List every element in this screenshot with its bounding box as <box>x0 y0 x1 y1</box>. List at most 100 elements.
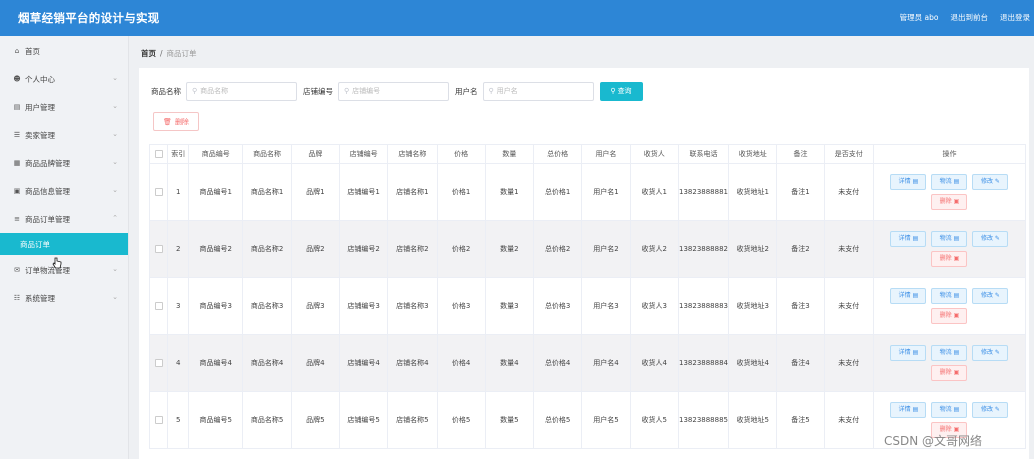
sidebar-item-orders[interactable]: ≡ 商品订单管理 ⌃ <box>0 205 128 233</box>
header-select-all[interactable] <box>148 144 169 164</box>
row-select-cell[interactable] <box>148 334 169 392</box>
detail-button[interactable]: 详情 ▤ <box>890 288 927 304</box>
table-cell: 商品编号2 <box>188 220 244 278</box>
checkbox[interactable] <box>154 188 163 196</box>
top-links: 管理员 abo 退出到前台 退出登录 <box>900 12 1030 23</box>
delete-button[interactable]: 删除 ▣ <box>931 251 968 267</box>
row-select-cell[interactable] <box>148 277 169 335</box>
table-row: 1 商品编号1 商品名称1 品牌1 店铺编号1 店铺名称1 价格1 数量1 总价格1 用户名1 收货… <box>148 163 1027 221</box>
chevron-up-icon: ⌃ <box>112 214 118 222</box>
main-content: 首页 / 商品订单 商品名称 ⚲ 商品名称 店铺编号 ⚲ 店铺编号 用户名 ⚲ 用户… <box>129 36 1034 459</box>
table-cell: 店铺编号2 <box>338 220 389 278</box>
header-cell: 总价格 <box>533 144 583 164</box>
order-icon: ≡ <box>14 215 20 223</box>
header-cell: 操作 <box>872 144 1027 164</box>
sidebar-item-users[interactable]: ▤ 用户管理 ⌄ <box>0 93 128 121</box>
watermark: CSDN @文哥网络 <box>884 434 983 448</box>
logistics-icon: ✉ <box>14 266 20 274</box>
delete-button[interactable]: 删除 ▣ <box>931 308 968 324</box>
table-cell: 店铺名称3 <box>387 277 438 335</box>
delete-button[interactable]: 删除 ▣ <box>931 365 968 381</box>
table-cell: 用户名2 <box>581 220 631 278</box>
actions-cell: 详情 ▤ 物流 ▤ 修改 ✎ 删除 ▣ <box>872 163 1027 221</box>
logistics-button[interactable]: 物流 ▤ <box>931 288 968 304</box>
table-cell: 店铺名称2 <box>387 220 438 278</box>
search-bar: 商品名称 ⚲ 商品名称 店铺编号 ⚲ 店铺编号 用户名 ⚲ 用户名 ⚲ 查询 <box>151 81 643 101</box>
table-cell: 数量5 <box>484 391 535 449</box>
sidebar-item-brands[interactable]: ▦ 商品品牌管理 ⌄ <box>0 149 128 177</box>
logistics-label: 物流 <box>939 235 952 242</box>
table-cell: 未支付 <box>823 163 874 221</box>
edit-button[interactable]: 修改 ✎ <box>972 345 1009 361</box>
username-input[interactable]: ⚲ 用户名 <box>482 81 594 101</box>
edit-button[interactable]: 修改 ✎ <box>972 402 1009 418</box>
system-icon: ☷ <box>13 294 21 302</box>
detail-button[interactable]: 详情 ▤ <box>890 345 927 361</box>
checkbox[interactable] <box>154 416 163 424</box>
table-cell: 数量4 <box>484 334 535 392</box>
header-cell: 价格 <box>436 144 486 164</box>
sidebar-item-sellers[interactable]: ☰ 卖家管理 ⌄ <box>0 121 128 149</box>
table-cell: 13823888884 <box>677 334 730 392</box>
sidebar-item-logistics[interactable]: ✉ 订单物流管理 ⌄ <box>0 256 128 284</box>
search-label-goods-name: 商品名称 <box>151 86 181 96</box>
chevron-down-icon: ⌄ <box>112 130 118 138</box>
table-cell: 品牌2 <box>290 220 340 278</box>
delete-label: 删除 <box>939 198 952 205</box>
detail-label: 详情 <box>898 235 911 242</box>
sidebar-item-goods[interactable]: ▣ 商品信息管理 ⌄ <box>0 177 128 205</box>
detail-button[interactable]: 详情 ▤ <box>890 231 927 247</box>
batch-delete-button[interactable]: 🗑 删除 <box>153 112 199 131</box>
table-cell: 用户名3 <box>581 277 631 335</box>
logistics-label: 物流 <box>939 406 952 413</box>
logistics-button[interactable]: 物流 ▤ <box>931 231 968 247</box>
edit-button[interactable]: 修改 ✎ <box>972 288 1009 304</box>
breadcrumb-home[interactable]: 首页 <box>141 49 156 58</box>
table-cell: 2 <box>167 220 190 278</box>
checkbox[interactable] <box>154 245 163 253</box>
table-cell: 未支付 <box>823 277 874 335</box>
table-cell: 商品名称3 <box>242 277 292 335</box>
input-placeholder: 店铺编号 <box>352 87 381 95</box>
search-button[interactable]: ⚲ 查询 <box>599 81 643 101</box>
edit-icon: ✎ <box>994 178 1000 185</box>
logistics-button[interactable]: 物流 ▤ <box>931 174 968 190</box>
table-cell: 商品名称5 <box>242 391 292 449</box>
search-icon: ⚲ <box>344 87 350 95</box>
row-select-cell[interactable] <box>148 220 169 278</box>
shop-no-input[interactable]: ⚲ 店铺编号 <box>338 81 449 101</box>
users-icon: ▤ <box>13 103 21 111</box>
chevron-down-icon: ⌄ <box>112 158 118 166</box>
row-select-cell[interactable] <box>148 391 169 449</box>
edit-button[interactable]: 修改 ✎ <box>972 231 1009 247</box>
trash-icon: ▣ <box>953 198 960 205</box>
logistics-button[interactable]: 物流 ▤ <box>931 402 968 418</box>
sidebar-item-label: 系统管理 <box>25 293 55 303</box>
table-cell: 商品名称4 <box>242 334 292 392</box>
sidebar-item-home[interactable]: ⌂ 首页 <box>0 37 128 65</box>
sidebar-subitem-orders[interactable]: 商品订单 <box>0 233 128 255</box>
checkbox[interactable] <box>154 150 163 158</box>
detail-button[interactable]: 详情 ▤ <box>890 402 927 418</box>
table-cell: 品牌4 <box>290 334 340 392</box>
edit-button[interactable]: 修改 ✎ <box>972 174 1009 190</box>
row-select-cell[interactable] <box>148 163 169 221</box>
goods-name-input[interactable]: ⚲ 商品名称 <box>186 81 297 101</box>
breadcrumb-separator: / <box>160 49 163 58</box>
header-cell: 商品名称 <box>242 144 292 164</box>
detail-button[interactable]: 详情 ▤ <box>890 174 927 190</box>
table-cell: 商品编号1 <box>188 163 244 221</box>
checkbox[interactable] <box>154 302 163 310</box>
delete-button[interactable]: 删除 ▣ <box>931 194 968 210</box>
table-cell: 备注3 <box>776 277 825 335</box>
table-cell: 店铺编号5 <box>338 391 389 449</box>
logout-link[interactable]: 退出登录 <box>1000 12 1030 23</box>
table-cell: 品牌5 <box>290 391 340 449</box>
table-cell: 价格5 <box>436 391 486 449</box>
sidebar-item-system[interactable]: ☷ 系统管理 ⌄ <box>0 284 128 312</box>
edit-label: 修改 <box>980 235 993 242</box>
sidebar-item-profile[interactable]: ☻ 个人中心 ⌄ <box>0 65 128 93</box>
checkbox[interactable] <box>154 359 163 367</box>
to-front-link[interactable]: 退出到前台 <box>951 12 989 23</box>
logistics-button[interactable]: 物流 ▤ <box>931 345 968 361</box>
